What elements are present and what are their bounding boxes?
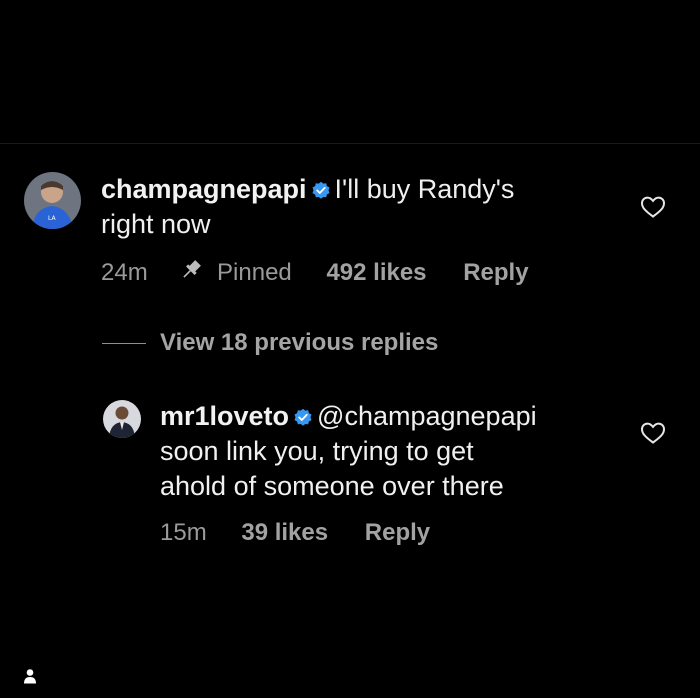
pin-icon: [183, 260, 202, 278]
comment-2-meta: 15m 39 likes Reply: [160, 519, 430, 547]
view-previous-replies[interactable]: View 18 previous replies: [102, 328, 438, 358]
comment-2-time: 15m: [160, 519, 207, 546]
comment-1-text-start: I'll buy Randy's: [334, 174, 515, 204]
pinned-label: Pinned: [217, 259, 292, 286]
comment-1-line-1: champagnepapi I'll buy Randy's: [101, 172, 621, 207]
person-icon[interactable]: [22, 668, 38, 684]
heart-icon[interactable]: [640, 195, 666, 219]
avatar-photo-icon: [103, 400, 141, 438]
comment-2-line-2: soon link you, trying to get: [160, 436, 474, 466]
comment-1-reply-button[interactable]: Reply: [463, 259, 528, 287]
comment-2-likes[interactable]: 39 likes: [241, 519, 328, 547]
header-blank-area: [0, 0, 700, 143]
svg-text:LA: LA: [48, 215, 56, 222]
comment-body-1: champagnepapi I'll buy Randy's right now: [101, 172, 621, 242]
avatar-champagnepapi[interactable]: LA: [24, 172, 81, 229]
heart-icon[interactable]: [640, 421, 666, 445]
view-replies-line: [102, 342, 146, 344]
view-replies-label: View 18 previous replies: [160, 329, 439, 356]
comment-2-line-1: mr1loveto @champagnepapi: [160, 399, 620, 434]
verified-badge-icon: [294, 408, 312, 426]
comment-2-reply-button[interactable]: Reply: [365, 519, 430, 547]
comment-1-line-2: right now: [101, 209, 211, 239]
verified-badge-icon: [312, 181, 330, 199]
avatar-mr1loveto[interactable]: [103, 400, 141, 438]
comment-1-likes[interactable]: 492 likes: [326, 259, 426, 287]
comment-1-time: 24m: [101, 259, 148, 286]
comment-body-2: mr1loveto @champagnepapi soon link you, …: [160, 399, 620, 504]
comment-2-line-3: ahold of someone over there: [160, 471, 504, 501]
username-champagnepapi[interactable]: champagnepapi: [101, 174, 307, 204]
username-mr1loveto[interactable]: mr1loveto: [160, 401, 289, 431]
section-divider: [0, 143, 700, 144]
comment-1-meta: 24m Pinned 492 likes Reply: [101, 257, 529, 287]
avatar-photo-icon: LA: [24, 172, 81, 229]
mention-link[interactable]: @champagnepapi: [317, 401, 537, 431]
